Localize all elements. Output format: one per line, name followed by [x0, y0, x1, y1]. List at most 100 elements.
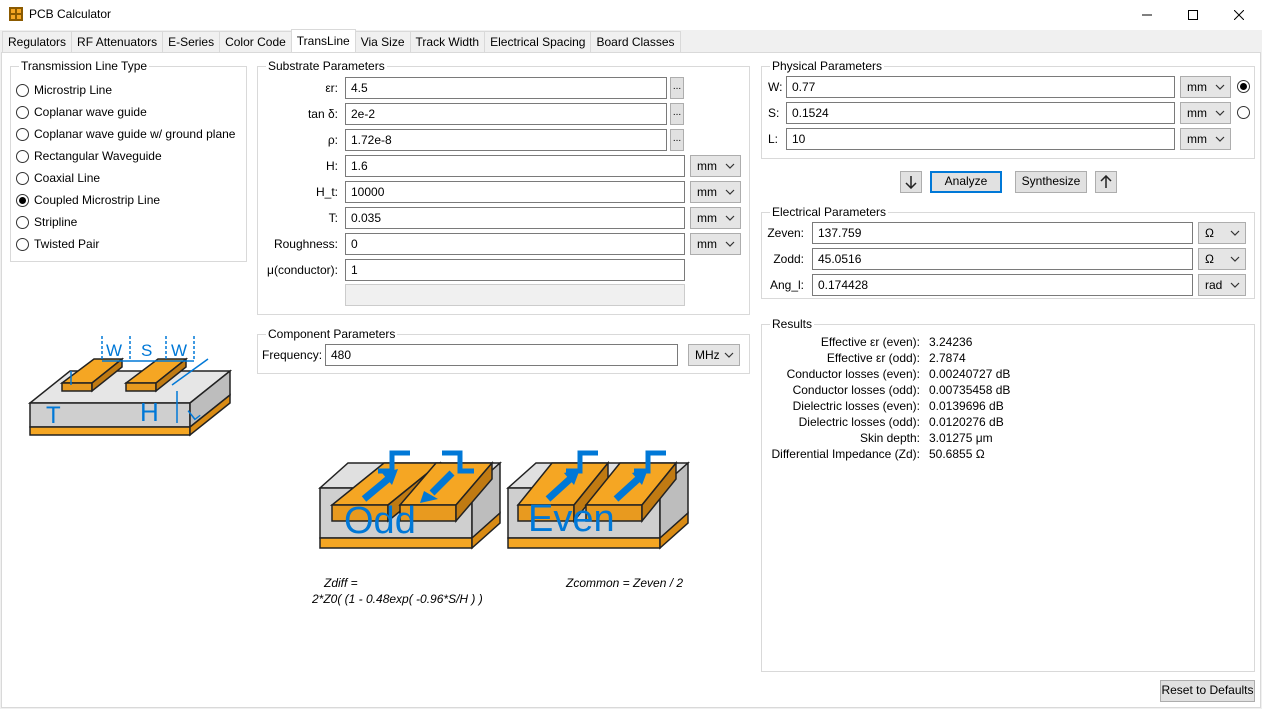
substrate-input[interactable]: 2e-2: [345, 103, 667, 125]
reset-defaults-button[interactable]: Reset to Defaults: [1160, 680, 1255, 702]
line-type-label: Coplanar wave guide: [34, 105, 147, 119]
maximize-button[interactable]: [1170, 0, 1216, 30]
radio-button[interactable]: [16, 171, 29, 185]
synthesize-button[interactable]: Synthesize: [1015, 171, 1087, 193]
substrate-label: μ(conductor):: [267, 263, 338, 277]
unit-select[interactable]: Ω: [1198, 222, 1246, 244]
substrate-input[interactable]: 0: [345, 233, 685, 255]
frequency-unit-value: MHz: [695, 348, 720, 362]
odd-even-mode-diagram: Odd Even: [318, 450, 690, 550]
substrate-input[interactable]: 0.035: [345, 207, 685, 229]
analyze-direction-button[interactable]: [900, 171, 922, 193]
substrate-input[interactable]: 10000: [345, 181, 685, 203]
zcommon-formula: Zcommon = Zeven / 2: [566, 576, 684, 590]
physical-input[interactable]: 0.1524: [786, 102, 1175, 124]
minimize-button[interactable]: [1124, 0, 1170, 30]
line-type-option-rectangular-waveguide[interactable]: Rectangular Waveguide: [16, 149, 162, 163]
synthesize-direction-button[interactable]: [1095, 171, 1117, 193]
line-type-option-coplanar-wave-guide-w-ground-plane[interactable]: Coplanar wave guide w/ ground plane: [16, 127, 235, 141]
unit-value: rad: [1205, 278, 1223, 292]
result-label: Differential Impedance (Zd):: [771, 447, 920, 461]
radio-button[interactable]: [16, 193, 29, 207]
substrate-title: Substrate Parameters: [266, 59, 387, 73]
browse-button[interactable]: ...: [670, 77, 684, 99]
substrate-input[interactable]: 1.72e-8: [345, 129, 667, 151]
tab-bar: Regulators RF Attenuators E-Series Color Co…: [2, 29, 681, 52]
unit-select[interactable]: rad: [1198, 274, 1246, 296]
radio-button[interactable]: [16, 149, 29, 163]
line-type-option-coplanar-wave-guide[interactable]: Coplanar wave guide: [16, 105, 147, 119]
substrate-label: H_t:: [315, 185, 338, 199]
frequency-input[interactable]: 480: [325, 344, 678, 366]
substrate-label: T:: [328, 211, 338, 225]
result-row: Conductor losses (odd): 0.00735458 dB: [762, 383, 1252, 399]
substrate-input[interactable]: 4.5: [345, 77, 667, 99]
tab-track-width[interactable]: Track Width: [409, 31, 486, 52]
radio-button[interactable]: [16, 105, 29, 119]
unit-select[interactable]: mm: [1180, 102, 1231, 124]
diagram-w2-label: W: [171, 341, 187, 360]
unit-value: mm: [697, 211, 717, 225]
result-row: Dielectric losses (even): 0.0139696 dB: [762, 399, 1252, 415]
unit-select[interactable]: mm: [690, 181, 741, 203]
result-label: Effective εr (even):: [820, 335, 920, 349]
analyze-button[interactable]: Analyze: [930, 171, 1002, 193]
browse-button[interactable]: ...: [670, 129, 684, 151]
line-type-option-coaxial-line[interactable]: Coaxial Line: [16, 171, 100, 185]
physical-input[interactable]: 0.77: [786, 76, 1175, 98]
electrical-input[interactable]: 45.0516: [812, 248, 1193, 270]
result-value: 2.7874: [929, 351, 966, 365]
tab-board-classes[interactable]: Board Classes: [590, 31, 681, 52]
substrate-label: tan δ:: [307, 107, 338, 121]
line-type-option-stripline[interactable]: Stripline: [16, 215, 77, 229]
radio-button[interactable]: [16, 127, 29, 141]
chevron-down-icon: [1230, 230, 1240, 236]
title-bar: PCB Calculator: [0, 0, 1262, 30]
substrate-label: Roughness:: [273, 237, 338, 251]
unit-value: mm: [1187, 106, 1207, 120]
radio-button[interactable]: [16, 215, 29, 229]
radio-button[interactable]: [16, 237, 29, 251]
unit-value: Ω: [1205, 226, 1214, 240]
lock-radio-button[interactable]: [1237, 106, 1250, 119]
tab-regulators[interactable]: Regulators: [2, 31, 73, 52]
line-type-option-microstrip-line[interactable]: Microstrip Line: [16, 83, 112, 97]
tab-rf-attenuators[interactable]: RF Attenuators: [71, 31, 164, 52]
tab-e-series[interactable]: E-Series: [162, 31, 221, 52]
substrate-label: H:: [326, 159, 338, 173]
unit-select[interactable]: mm: [690, 155, 741, 177]
lock-radio-button[interactable]: [1237, 80, 1250, 93]
substrate-input[interactable]: 1: [345, 259, 685, 281]
diagram-w1-label: W: [106, 341, 122, 360]
tab-via-size[interactable]: Via Size: [354, 31, 411, 52]
frequency-label: Frequency:: [262, 348, 323, 362]
substrate-input[interactable]: 1.6: [345, 155, 685, 177]
tab-transline[interactable]: TransLine: [290, 29, 356, 52]
browse-button[interactable]: ...: [670, 103, 684, 125]
line-type-option-twisted-pair[interactable]: Twisted Pair: [16, 237, 99, 251]
odd-mode-label: Odd: [344, 500, 416, 542]
result-row: Effective εr (even): 3.24236: [762, 335, 1252, 351]
result-label: Effective εr (odd):: [826, 351, 920, 365]
tab-color-code[interactable]: Color Code: [219, 31, 292, 52]
unit-select[interactable]: mm: [1180, 76, 1231, 98]
physical-input[interactable]: 10: [786, 128, 1175, 150]
electrical-input[interactable]: 0.174428: [812, 274, 1193, 296]
unit-value: mm: [697, 185, 717, 199]
physical-title: Physical Parameters: [770, 59, 885, 73]
physical-label: S:: [768, 106, 780, 120]
electrical-input[interactable]: 137.759: [812, 222, 1193, 244]
odd-mode-diagram: Odd: [318, 450, 502, 550]
close-button[interactable]: [1216, 0, 1262, 30]
even-mode-label: Even: [528, 498, 615, 540]
unit-select[interactable]: mm: [690, 233, 741, 255]
radio-button[interactable]: [16, 83, 29, 97]
unit-select[interactable]: Ω: [1198, 248, 1246, 270]
unit-select[interactable]: mm: [1180, 128, 1231, 150]
line-type-option-coupled-microstrip-line[interactable]: Coupled Microstrip Line: [16, 193, 160, 207]
frequency-unit-select[interactable]: MHz: [688, 344, 740, 366]
tab-electrical-spacing[interactable]: Electrical Spacing: [484, 31, 592, 52]
chevron-down-icon: [725, 189, 735, 195]
unit-select[interactable]: mm: [690, 207, 741, 229]
minimize-icon: [1142, 14, 1152, 16]
